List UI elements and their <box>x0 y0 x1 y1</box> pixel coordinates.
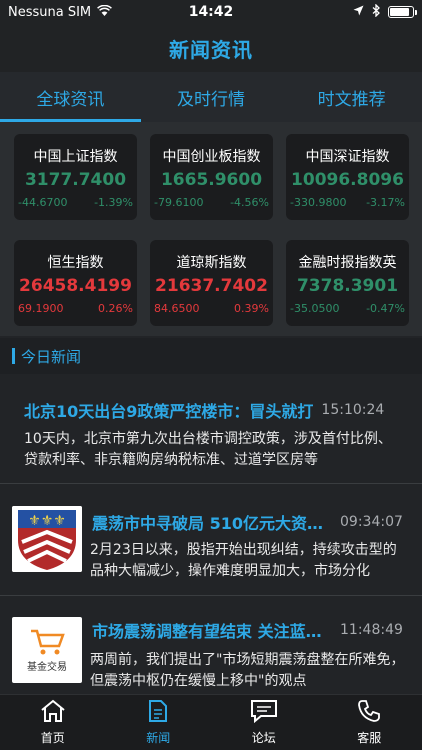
index-percent: -4.56% <box>230 196 269 209</box>
wifi-icon <box>97 4 113 20</box>
bluetooth-icon <box>372 2 380 21</box>
tab-bar-news[interactable]: 新闻 <box>106 695 212 750</box>
index-percent: 0.26% <box>98 302 133 315</box>
tab-label: 及时行情 <box>177 89 245 110</box>
tab-bar-forum[interactable]: 论坛 <box>211 695 317 750</box>
news-item[interactable]: 基金交易 市场震荡调整有望结束 关注蓝筹股 11:48:49 两周前，我们提出了… <box>0 596 422 694</box>
news-summary: 2月23日以来，股指开始出现纠结，持续攻击型的品种大幅减少，操作难度明显加大，市… <box>90 542 397 579</box>
tab-bar-label: 新闻 <box>146 731 171 745</box>
page-title: 新闻资讯 <box>169 37 253 62</box>
battery-icon <box>388 6 417 18</box>
index-card-shanghai[interactable]: 中国上证指数 3177.7400 -44.6700 -1.39% <box>14 134 137 220</box>
tab-bar-label: 客服 <box>357 731 382 745</box>
fund-trading-icon: 基金交易 <box>12 617 82 683</box>
index-card-shenzhen[interactable]: 中国深证指数 10096.8096 -330.9800 -3.17% <box>286 134 409 220</box>
tab-realtime-quotes[interactable]: 及时行情 <box>141 72 282 122</box>
index-change: -35.0500 <box>290 302 340 315</box>
index-name: 道琼斯指数 <box>176 255 247 271</box>
index-value: 21637.7402 <box>155 276 268 296</box>
index-card-chinext[interactable]: 中国创业板指数 1665.9600 -79.6100 -4.56% <box>150 134 273 220</box>
index-value: 7378.3901 <box>296 276 399 296</box>
status-bar: Nessuna SIM 14:42 <box>0 0 422 24</box>
tab-bar-label: 论坛 <box>251 731 276 745</box>
news-summary: 两周前，我们提出了"市场短期震荡盘整在所难免，但震荡中枢仍在缓慢上移中"的观点 <box>90 652 405 689</box>
news-title: 震荡市中寻破局 510亿元大资金入场 <box>92 514 332 533</box>
news-time: 15:10:24 <box>321 402 385 418</box>
carrier-name: Nessuna SIM <box>8 4 92 20</box>
bottom-tab-bar: 首页 新闻 论坛 客服 <box>0 694 422 750</box>
news-item[interactable]: 北京10天出台9政策严控楼市：冒头就打 15:10:24 10天内，北京市第九次… <box>0 374 422 484</box>
index-value: 1665.9600 <box>160 170 263 190</box>
index-change: -79.6100 <box>154 196 204 209</box>
news-document-icon <box>147 699 169 727</box>
index-percent: 0.39% <box>234 302 269 315</box>
index-name: 中国上证指数 <box>33 149 118 165</box>
section-accent-bar <box>12 348 15 364</box>
crest-icon: ⚜⚜⚜ <box>12 506 82 572</box>
home-icon <box>40 699 66 727</box>
section-header-today-news: 今日新闻 <box>0 338 422 374</box>
index-percent: -3.17% <box>366 196 405 209</box>
battery-level <box>390 8 409 16</box>
index-percent: -1.39% <box>94 196 133 209</box>
location-arrow-icon <box>353 5 364 20</box>
tab-bar-label: 首页 <box>40 731 65 745</box>
tab-label: 时文推荐 <box>317 89 386 110</box>
index-name: 金融时报指数英 <box>298 255 397 271</box>
news-title: 北京10天出台9政策严控楼市：冒头就打 <box>24 402 314 421</box>
index-name: 中国创业板指数 <box>162 149 261 165</box>
index-name: 中国深证指数 <box>305 149 390 165</box>
index-value: 26458.4199 <box>19 276 132 296</box>
tab-global-news[interactable]: 全球资讯 <box>0 72 141 122</box>
tab-recommended-articles[interactable]: 时文推荐 <box>281 72 422 122</box>
index-card-hang-seng[interactable]: 恒生指数 26458.4199 69.1900 0.26% <box>14 240 137 326</box>
index-percent: -0.47% <box>366 302 405 315</box>
phone-icon <box>357 699 381 727</box>
thumb-label: 基金交易 <box>27 661 67 673</box>
forum-chat-icon <box>250 699 278 727</box>
index-card-dow-jones[interactable]: 道琼斯指数 21637.7402 84.6500 0.39% <box>150 240 273 326</box>
svg-text:⚜⚜⚜: ⚜⚜⚜ <box>28 513 66 529</box>
index-value: 10096.8096 <box>291 170 404 190</box>
index-grid: 中国上证指数 3177.7400 -44.6700 -1.39% 中国创业板指数 … <box>0 122 422 336</box>
index-card-ftse[interactable]: 金融时报指数英 7378.3901 -35.0500 -0.47% <box>286 240 409 326</box>
index-change: -330.9800 <box>290 196 347 209</box>
tab-label: 全球资讯 <box>36 89 105 110</box>
news-list: 北京10天出台9政策严控楼市：冒头就打 15:10:24 10天内，北京市第九次… <box>0 374 422 694</box>
index-name: 恒生指数 <box>47 255 104 271</box>
news-time: 11:48:49 <box>340 622 403 638</box>
tab-bar-support[interactable]: 客服 <box>317 695 422 750</box>
index-change: -44.6700 <box>18 196 68 209</box>
news-summary: 10天内，北京市第九次出台楼市调控政策，涉及首付比例、贷款利率、非京籍购房纳税标… <box>24 431 392 468</box>
index-change: 84.6500 <box>154 302 200 315</box>
news-title: 市场震荡调整有望结束 关注蓝筹股 <box>92 622 332 641</box>
nav-bar: 新闻资讯 <box>0 24 422 72</box>
index-change: 69.1900 <box>18 302 64 315</box>
news-item[interactable]: ⚜⚜⚜ 震荡市中寻破局 510亿元大资金入场 09:34:07 2月23日以来，… <box>0 484 422 596</box>
section-title: 今日新闻 <box>21 347 82 366</box>
tab-bar-home[interactable]: 首页 <box>0 695 106 750</box>
news-time: 09:34:07 <box>340 514 403 530</box>
tab-strip: 全球资讯 及时行情 时文推荐 <box>0 72 422 122</box>
index-value: 3177.7400 <box>24 170 127 190</box>
